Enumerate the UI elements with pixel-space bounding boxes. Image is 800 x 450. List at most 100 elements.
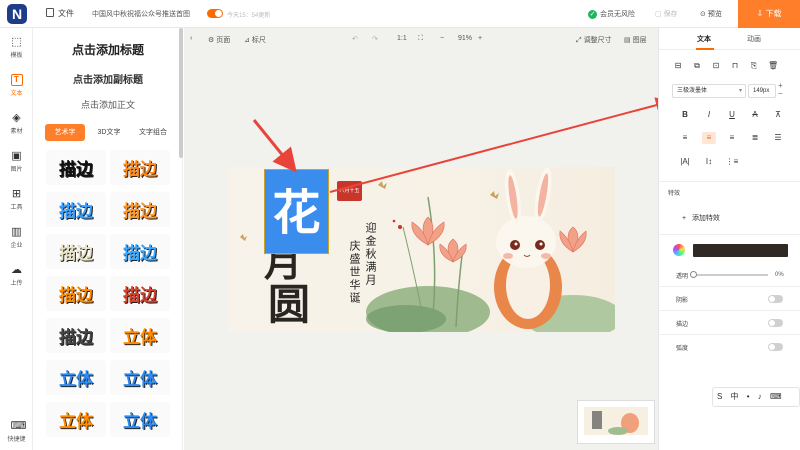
red-seal-stamp[interactable]: 八月十五: [337, 181, 362, 201]
ime-toolbar[interactable]: S 中 • ♪ ⌨: [712, 387, 800, 407]
download-icon: ⇩: [756, 9, 764, 18]
add-title-button[interactable]: 点击添加标题: [33, 41, 183, 58]
line-height-icon[interactable]: I↕: [702, 156, 716, 168]
art-text-tile[interactable]: 描边: [110, 192, 170, 227]
selected-text-char[interactable]: 花: [264, 178, 329, 248]
align-distribute-icon[interactable]: ☰: [771, 132, 785, 144]
strikethrough-icon[interactable]: A: [748, 109, 762, 121]
ruler-button[interactable]: ⊿ 标尺: [244, 35, 266, 45]
shortcuts-button[interactable]: ⌨ 快捷键: [0, 420, 33, 443]
font-family-select[interactable]: 三极泼墨体: [672, 84, 746, 98]
bold-icon[interactable]: B: [678, 109, 692, 121]
art-text-tile[interactable]: 描边: [46, 192, 106, 227]
page-thumbnail[interactable]: [577, 400, 655, 444]
curve-toggle[interactable]: [768, 343, 783, 351]
save-button[interactable]: ▢ 保存: [655, 9, 678, 19]
redo-icon[interactable]: ↷: [372, 35, 378, 43]
rail-item-label: 素材: [10, 129, 23, 135]
tab-text[interactable]: 文本: [697, 34, 711, 44]
align-left-icon[interactable]: ≡: [678, 132, 692, 144]
tab-animation[interactable]: 动画: [747, 34, 761, 44]
section-divider: [658, 334, 800, 335]
add-effect-button[interactable]: + 添加特效: [682, 213, 720, 223]
section-divider: [658, 181, 800, 182]
layers-button[interactable]: ▤ 图层: [624, 35, 647, 45]
art-text-tile[interactable]: 描边: [46, 234, 106, 269]
shadow-toggle[interactable]: [768, 295, 783, 303]
panel-scrollbar[interactable]: [179, 28, 183, 158]
resize-button[interactable]: ⤢ 调整尺寸: [576, 35, 612, 45]
app-logo[interactable]: N: [7, 4, 27, 24]
vertical-slogan-1[interactable]: 迎金秋满月: [362, 222, 378, 287]
align-right-icon[interactable]: ≡: [725, 132, 739, 144]
tab-text-combo[interactable]: 文字组合: [133, 124, 173, 141]
save-button-label: 保存: [663, 11, 678, 18]
file-menu[interactable]: 文件: [46, 8, 74, 19]
opacity-slider-handle[interactable]: [690, 271, 697, 278]
add-body-button[interactable]: 点击添加正文: [33, 98, 183, 111]
ruler-icon: ⊿: [244, 37, 250, 44]
fit-screen-icon[interactable]: ⛶: [418, 35, 423, 43]
effects-heading: 特效: [668, 191, 681, 197]
art-text-tile[interactable]: 描边: [110, 276, 170, 311]
tab-art-text[interactable]: 艺术字: [45, 124, 85, 141]
rail-item-tool[interactable]: ⊞ 工具: [0, 188, 33, 211]
zoom-out-icon[interactable]: −: [440, 35, 444, 42]
stroke-toggle[interactable]: [768, 319, 783, 327]
art-text-tile[interactable]: 描边: [46, 318, 106, 353]
text-style-row: B I U A ⊼: [672, 109, 792, 121]
art-text-tile[interactable]: 描边: [110, 150, 170, 185]
font-size-stepper[interactable]: + −: [778, 82, 783, 98]
letter-spacing-icon[interactable]: |A|: [678, 156, 692, 168]
page-button[interactable]: ⚙ 页面: [208, 35, 230, 45]
font-size-select[interactable]: 149px: [748, 84, 776, 98]
lock-icon[interactable]: ⊓: [730, 61, 740, 71]
zoom-in-icon[interactable]: +: [478, 35, 482, 42]
art-text-tile[interactable]: 立体: [110, 360, 170, 395]
italic-icon[interactable]: I: [702, 109, 716, 121]
text-case-icon[interactable]: ⊼: [771, 109, 785, 121]
art-text-tile[interactable]: 描边: [46, 150, 106, 185]
opacity-slider-track[interactable]: [692, 274, 768, 276]
vertical-slogan-2[interactable]: 庆盛世华诞: [346, 240, 362, 305]
crop-icon[interactable]: ⊡: [711, 61, 721, 71]
art-text-tile[interactable]: 立体: [46, 402, 106, 437]
risk-status[interactable]: ✓ 会员无风险: [588, 9, 635, 19]
ratio-button[interactable]: 1:1: [397, 35, 407, 42]
color-wheel-icon[interactable]: [673, 244, 685, 256]
rail-item-material[interactable]: ◈ 素材: [0, 112, 33, 135]
autosave-toggle[interactable]: [207, 9, 223, 18]
add-subtitle-button[interactable]: 点击添加副标题: [33, 71, 183, 86]
rail-item-text[interactable]: T 文本: [0, 74, 33, 97]
section-divider: [658, 234, 800, 235]
delete-icon[interactable]: 🗑: [768, 61, 778, 71]
align-center-icon[interactable]: ≡: [702, 132, 716, 144]
text-color-swatch[interactable]: [693, 244, 788, 257]
thumbnail-preview: [584, 407, 648, 435]
preview-button[interactable]: ⊙ 预览: [700, 9, 722, 19]
split-icon[interactable]: ⊟: [673, 61, 683, 71]
list-icon[interactable]: ⋮≡: [725, 156, 739, 168]
art-text-tile[interactable]: 描边: [110, 234, 170, 269]
undo-icon[interactable]: ↶: [352, 35, 358, 43]
underline-icon[interactable]: U: [725, 109, 739, 121]
art-text-tile[interactable]: 描边: [46, 276, 106, 311]
rail-item-image[interactable]: ▣ 图片: [0, 150, 33, 173]
rail-item-enterprise[interactable]: ▥ 企业: [0, 226, 33, 249]
document-title[interactable]: 中国风中秋祝福公众号推送首图: [92, 9, 190, 19]
rail-item-template[interactable]: ⬚ 模板: [0, 36, 33, 59]
download-button[interactable]: ⇩ 下载: [738, 0, 800, 28]
copy-icon[interactable]: ⎘: [749, 61, 759, 71]
art-text-tile[interactable]: 立体: [110, 402, 170, 437]
art-text-tile[interactable]: 立体: [110, 318, 170, 353]
rail-item-upload[interactable]: ☁ 上传: [0, 264, 33, 287]
art-text-tile[interactable]: 立体: [46, 360, 106, 395]
tab-3d-text[interactable]: 3D文字: [89, 124, 129, 141]
align-justify-icon[interactable]: ≣: [748, 132, 762, 144]
text-style-tabs: 艺术字 3D文字 文字组合: [45, 124, 173, 141]
collapse-panel-icon[interactable]: ‹: [190, 35, 192, 42]
align-objects-icon[interactable]: ⧉: [692, 61, 702, 71]
file-menu-label: 文件: [58, 9, 74, 18]
zoom-level[interactable]: 91%: [458, 35, 472, 42]
calligraphy-char-round[interactable]: 圆: [268, 283, 310, 327]
